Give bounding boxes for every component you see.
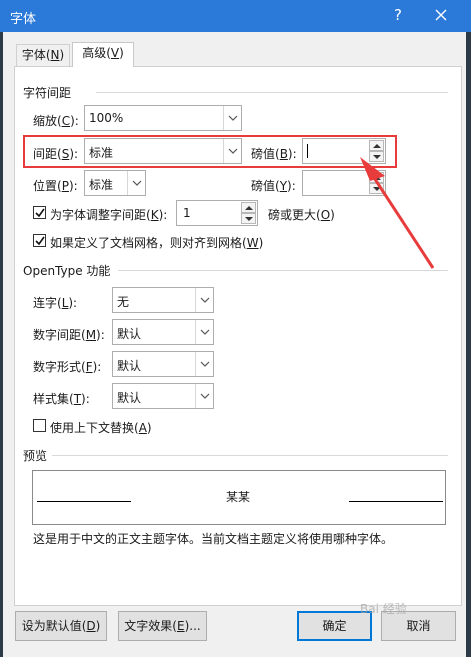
group-header-spacing: 字符间距: [23, 84, 76, 101]
spin-down-icon[interactable]: [369, 183, 384, 194]
text-effects-button[interactable]: 文字效果(E)...: [118, 611, 207, 641]
group-divider: [96, 92, 448, 93]
chevron-down-icon[interactable]: [127, 171, 145, 195]
chevron-down-icon[interactable]: [195, 288, 213, 312]
position-by-spinner[interactable]: [302, 170, 386, 196]
preview-box: 某某: [32, 470, 446, 525]
preview-sample: 某某: [226, 490, 251, 504]
position-label: 位置(P):: [33, 179, 78, 193]
number-spacing-combo[interactable]: 默认: [112, 319, 214, 345]
chevron-down-icon[interactable]: [195, 352, 213, 376]
spacing-by-spinner[interactable]: [302, 138, 386, 164]
checkmark-icon: [35, 236, 45, 246]
spin-up-icon[interactable]: [369, 172, 384, 183]
number-spacing-label: 数字间距(M):: [33, 328, 105, 342]
tab-advanced[interactable]: 高级(V): [72, 42, 134, 67]
group-divider: [118, 270, 448, 271]
checkmark-icon: [35, 208, 45, 218]
position-combo[interactable]: 标准: [84, 170, 146, 196]
ligatures-combo[interactable]: 无: [112, 287, 214, 313]
kerning-spinner[interactable]: 1: [176, 200, 258, 226]
group-divider: [52, 455, 448, 456]
preview-note: 这是用于中文的正文主题字体。当前文档主题定义将使用哪种字体。: [33, 532, 394, 546]
preview-baseline-right: [349, 501, 443, 502]
preview-baseline-left: [37, 501, 131, 502]
contextual-label: 使用上下文替换(A): [50, 421, 152, 435]
spin-up-icon[interactable]: [241, 202, 256, 213]
window-title: 字体: [10, 12, 37, 27]
spacing-by-label: 磅值(B):: [251, 147, 297, 161]
position-by-label: 磅值(Y):: [251, 179, 296, 193]
group-header-opentype: OpenType 功能: [23, 262, 115, 279]
background-strip-right: [466, 32, 471, 657]
stylistic-sets-label: 样式集(T):: [33, 392, 90, 406]
spin-down-icon[interactable]: [369, 151, 384, 162]
contextual-checkbox[interactable]: [33, 419, 46, 432]
stylistic-sets-combo[interactable]: 默认: [112, 383, 214, 409]
group-header-preview: 预览: [23, 447, 52, 464]
close-icon: [435, 9, 447, 21]
tab-font[interactable]: 字体(N): [16, 44, 70, 66]
close-button[interactable]: [428, 2, 454, 28]
scale-label: 缩放(C):: [33, 114, 79, 128]
text-cursor: [307, 144, 308, 158]
watermark: Bai 经验: [360, 602, 407, 616]
spin-down-icon[interactable]: [241, 213, 256, 224]
scale-combo[interactable]: 100%: [84, 105, 242, 131]
chevron-down-icon[interactable]: [223, 106, 241, 130]
kerning-label: 为字体调整字间距(K):: [50, 208, 168, 222]
kerning-suffix: 磅或更大(O): [268, 208, 335, 222]
spin-up-icon[interactable]: [369, 140, 384, 151]
chevron-down-icon[interactable]: [195, 384, 213, 408]
kerning-checkbox[interactable]: [33, 206, 46, 219]
grid-checkbox[interactable]: [33, 234, 46, 247]
grid-label: 如果定义了文档网格，则对齐到网格(W): [50, 236, 264, 250]
number-forms-label: 数字形式(F):: [33, 360, 102, 374]
spacing-label: 间距(S):: [33, 147, 79, 161]
chevron-down-icon[interactable]: [223, 139, 241, 163]
help-button[interactable]: ?: [388, 4, 408, 26]
ligatures-label: 连字(L):: [33, 296, 78, 310]
spacing-combo[interactable]: 标准: [84, 138, 242, 164]
number-forms-combo[interactable]: 默认: [112, 351, 214, 377]
chevron-down-icon[interactable]: [195, 320, 213, 344]
set-default-button[interactable]: 设为默认值(D): [15, 611, 107, 641]
